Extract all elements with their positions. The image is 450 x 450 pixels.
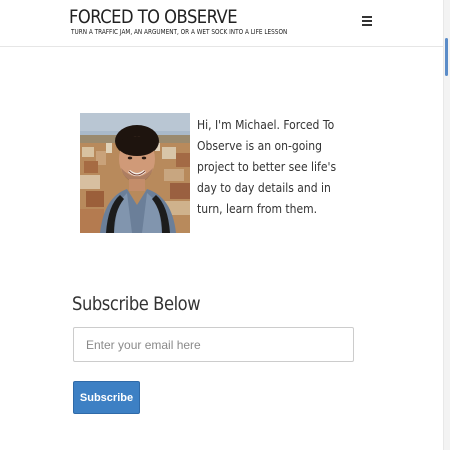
email-input[interactable] [73,327,354,362]
subscribe-button[interactable]: Subscribe [73,381,140,414]
profile-photo [80,113,190,233]
subscribe-heading: Subscribe Below [72,293,201,315]
site-tagline: TURN A TRAFFIC JAM, AN ARGUMENT, OR A WE… [71,28,288,36]
site-header: FORCED TO OBSERVE TURN A TRAFFIC JAM, AN… [0,0,444,47]
menu-bar-top [362,16,372,18]
site-title[interactable]: FORCED TO OBSERVE [69,6,238,28]
menu-bar-bottom [362,24,372,26]
scrollbar-thumb[interactable] [445,38,448,76]
hamburger-menu-icon[interactable] [362,16,373,27]
intro-text: Hi, I'm Michael. Forced To Observe is an… [197,118,337,216]
scrollbar[interactable] [443,0,450,450]
menu-bar-middle [362,20,372,22]
